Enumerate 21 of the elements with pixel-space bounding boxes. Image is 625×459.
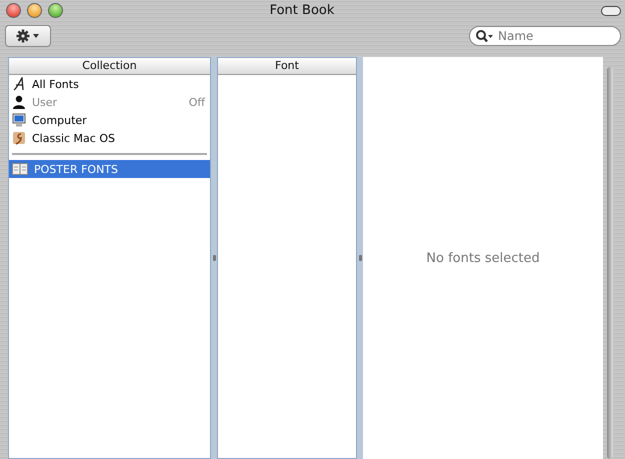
- window-title: Font Book: [268, 3, 336, 18]
- column-header[interactable]: Font: [218, 58, 356, 75]
- action-menu-button[interactable]: [5, 24, 51, 46]
- search-icon[interactable]: [475, 28, 495, 42]
- person-icon: [12, 95, 26, 109]
- computer-icon: [12, 113, 26, 127]
- zoom-icon[interactable]: [48, 3, 63, 18]
- empty-message: No fonts selected: [426, 250, 540, 266]
- collection-item[interactable]: POSTER FONTS: [9, 160, 210, 178]
- collection-item[interactable]: Computer: [9, 111, 210, 129]
- minimize-icon[interactable]: [27, 3, 42, 18]
- classic-mac-icon: [12, 131, 26, 145]
- column-header[interactable]: Collection: [9, 58, 210, 75]
- collection-item[interactable]: All Fonts: [9, 75, 210, 93]
- gear-icon: [15, 28, 41, 42]
- collection-item[interactable]: Classic Mac OS: [9, 129, 210, 147]
- book-icon: [12, 163, 28, 175]
- script-letter-icon: [12, 77, 26, 91]
- search-field[interactable]: Name: [469, 26, 621, 46]
- toolbar-toggle-icon[interactable]: [601, 6, 621, 16]
- close-icon[interactable]: [6, 3, 21, 18]
